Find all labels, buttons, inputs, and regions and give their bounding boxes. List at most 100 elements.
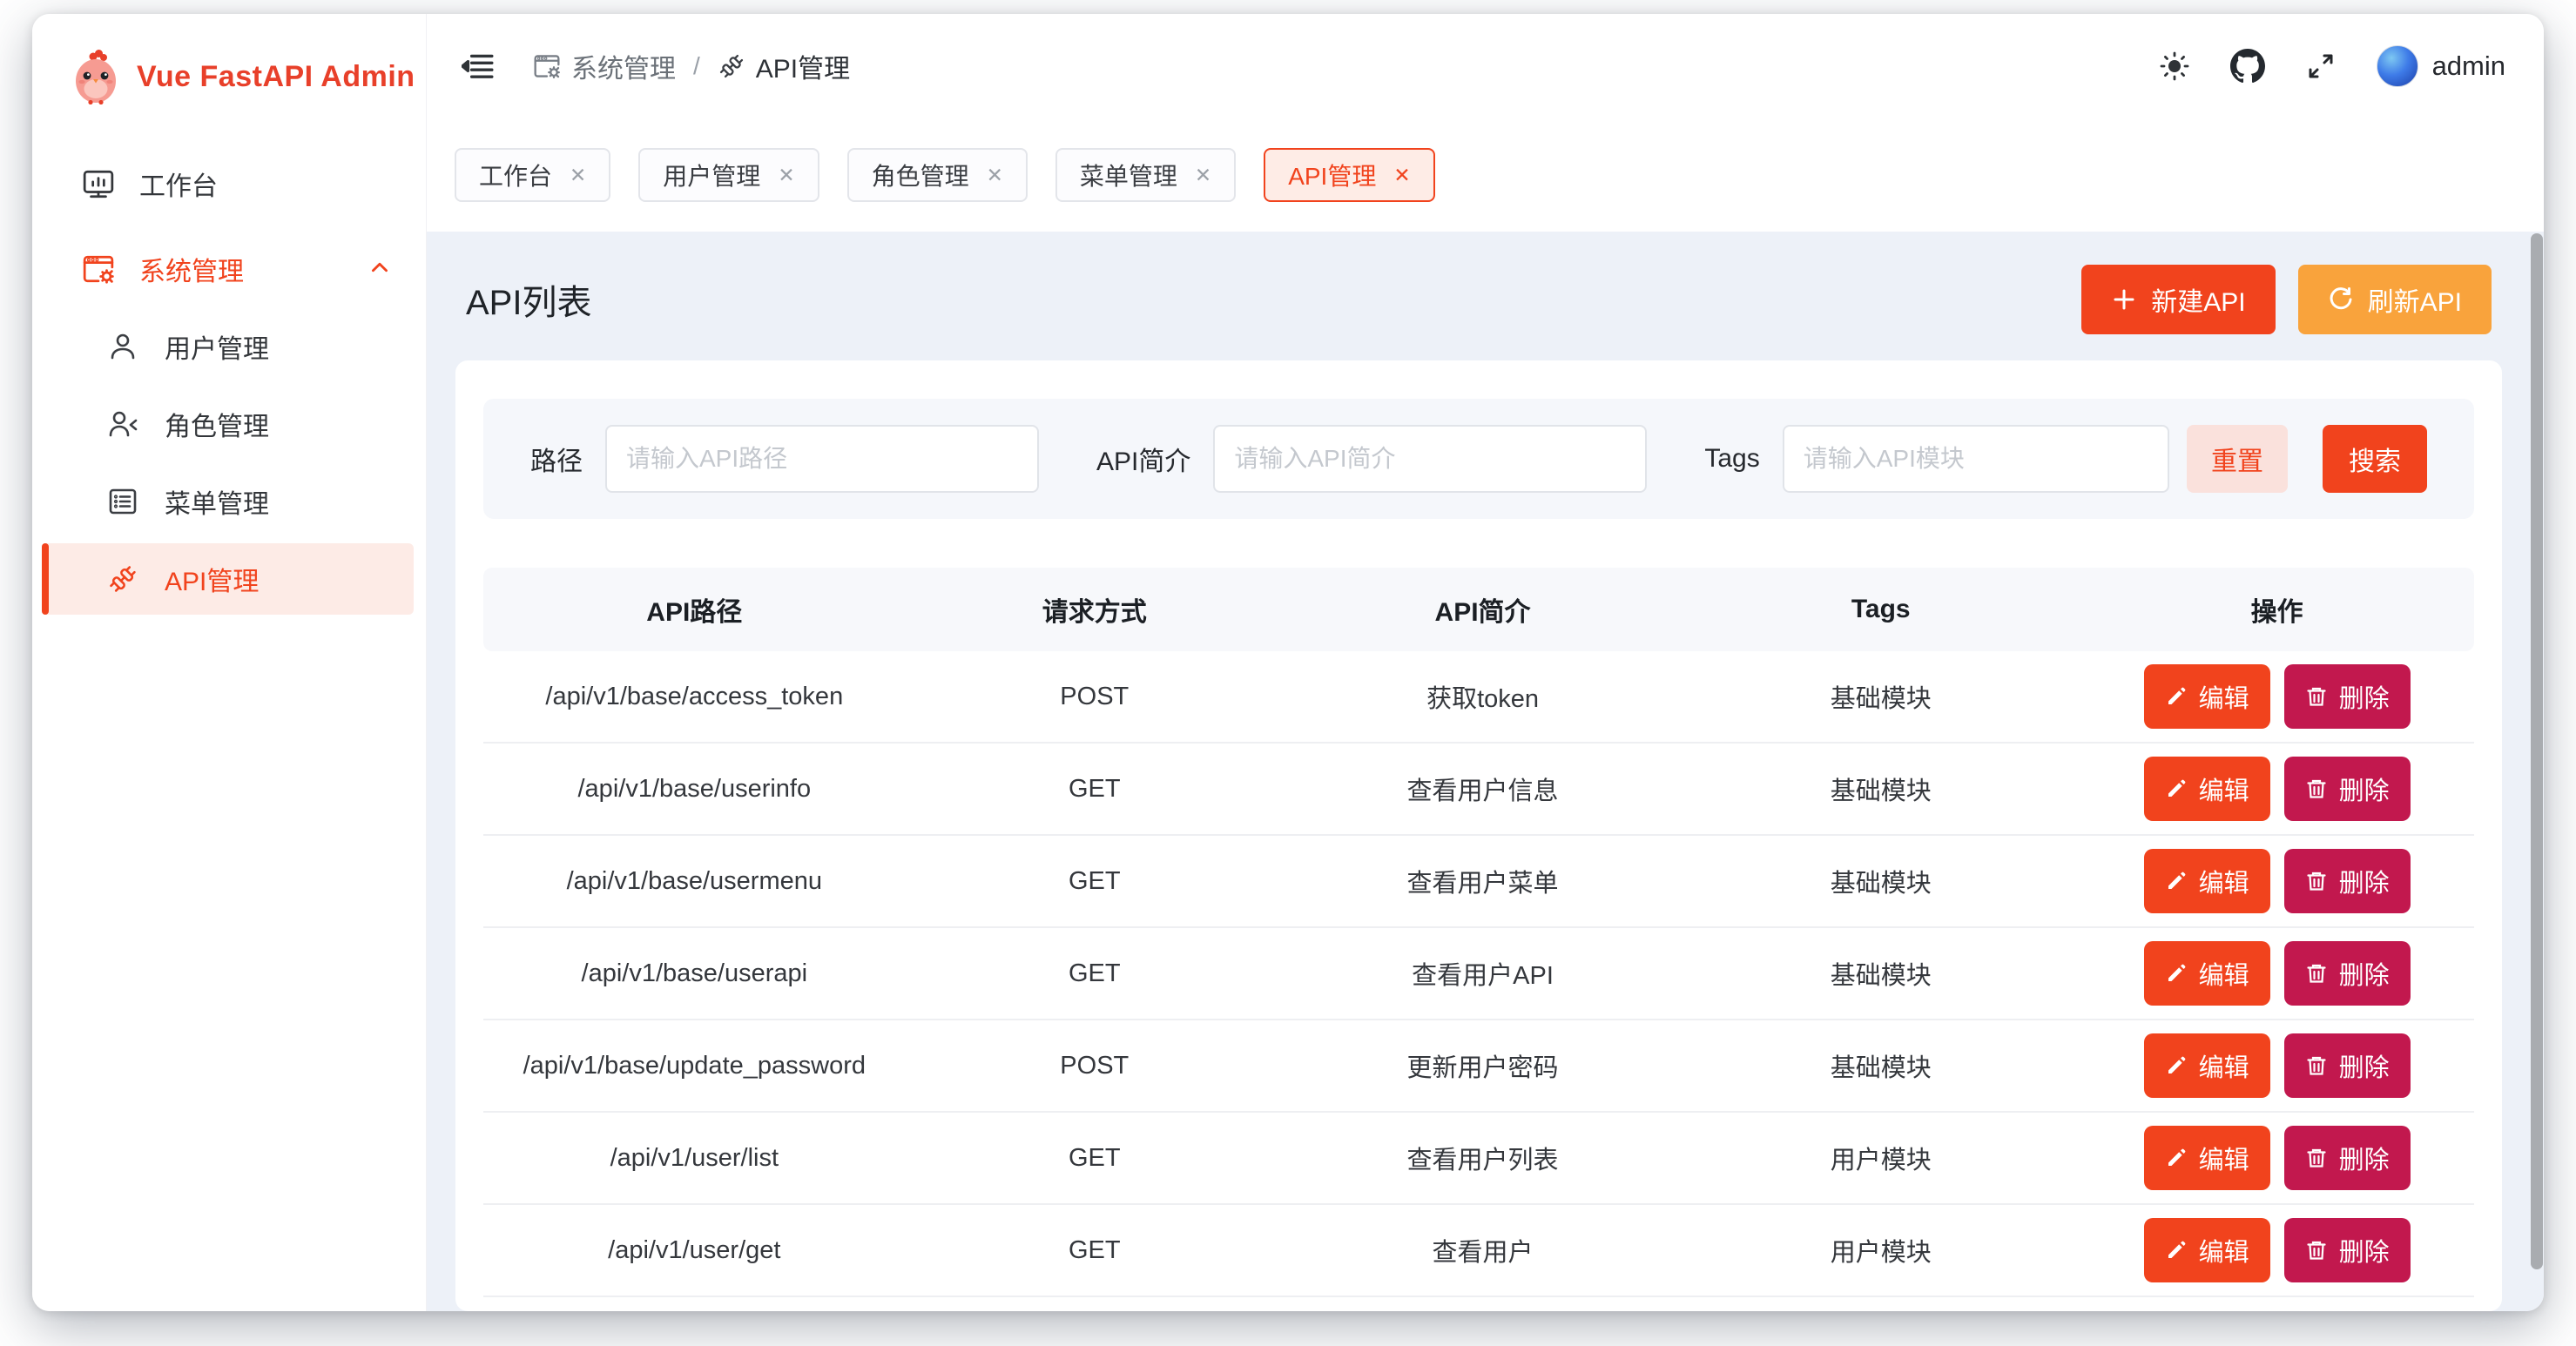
pencil-icon [2165,1239,2188,1262]
api-method: POST [906,683,1284,711]
new-api-button[interactable]: 新建API [2081,265,2275,334]
trash-icon [2305,777,2328,800]
breadcrumb-system[interactable]: 系统管理 [533,47,676,85]
table-row: /api/v1/base/access_token POST 获取token 基… [483,651,2474,744]
trash-icon [2305,1054,2328,1077]
system-window-gear-icon [533,52,561,80]
api-brief: 更新用户密码 [1284,1047,1682,1084]
reset-button[interactable]: 重置 [2187,425,2288,493]
vertical-scrollbar[interactable] [2531,233,2543,1269]
sidebar-item-label: 角色管理 [165,405,269,443]
table-row: /api/v1/user/list GET 查看用户列表 用户模块 编辑 删除 [483,1113,2474,1205]
tab-label: API管理 [1288,158,1376,192]
sidebar-menu: 工作台 系统管理 [32,148,426,615]
sidebar-item-apis[interactable]: API管理 [42,543,414,615]
close-icon[interactable]: ✕ [778,165,794,185]
delete-button[interactable]: 删除 [2284,1033,2411,1098]
trash-icon [2305,962,2328,985]
user-menu[interactable]: admin [2377,45,2505,87]
api-method: GET [906,775,1284,804]
refresh-api-button[interactable]: 刷新API [2298,265,2492,334]
tab-label: 角色管理 [872,158,969,192]
api-brief: 查看用户菜单 [1284,863,1682,899]
close-icon[interactable]: ✕ [987,165,1003,185]
table-row: /api/v1/base/userapi GET 查看用户API 基础模块 编辑… [483,928,2474,1020]
api-table: API路径 请求方式 API简介 Tags 操作 /api/v1/base/ac… [483,568,2474,1297]
tab-users[interactable]: 用户管理 ✕ [638,148,819,202]
table-row: /api/v1/base/userinfo GET 查看用户信息 基础模块 编辑… [483,744,2474,836]
pencil-icon [2165,1147,2188,1169]
col-header-brief: API简介 [1284,590,1682,629]
tab-workbench[interactable]: 工作台 ✕ [455,148,610,202]
delete-button[interactable]: 删除 [2284,664,2411,729]
sidebar-item-label: 工作台 [139,165,218,203]
refresh-icon [2328,286,2354,313]
pencil-icon [2165,685,2188,708]
brief-filter-label: API简介 [1096,440,1190,478]
fullscreen-icon[interactable] [2305,50,2337,82]
plus-icon [2111,286,2137,313]
app-window: Vue FastAPI Admin 工作台 [32,14,2544,1311]
tab-roles[interactable]: 角色管理 ✕ [847,148,1028,202]
topbar: 系统管理 / [427,14,2544,118]
content-card: 路径 API简介 Tags 重置 搜索 [455,360,2502,1311]
search-button[interactable]: 搜索 [2323,425,2427,493]
api-path: /api/v1/user/list [483,1144,906,1173]
path-filter-label: 路径 [530,440,583,478]
edit-button[interactable]: 编辑 [2144,941,2270,1006]
sidebar-item-roles[interactable]: 角色管理 [42,388,414,460]
tab-menus[interactable]: 菜单管理 ✕ [1055,148,1236,202]
close-icon[interactable]: ✕ [570,165,586,185]
tabbar: 工作台 ✕ 用户管理 ✕ 角色管理 ✕ 菜单管理 ✕ API管理 ✕ [427,118,2544,232]
edit-button[interactable]: 编辑 [2144,849,2270,913]
api-method: GET [906,1236,1284,1265]
api-brief: 查看用户 [1284,1232,1682,1269]
delete-button[interactable]: 删除 [2284,757,2411,821]
close-icon[interactable]: ✕ [1393,165,1410,185]
app-title: Vue FastAPI Admin [137,60,415,94]
edit-button[interactable]: 编辑 [2144,1126,2270,1190]
page-title: API列表 [466,274,591,325]
tags-filter-input[interactable] [1783,425,2169,493]
system-window-gear-icon [82,252,115,286]
chevron-up-icon[interactable] [365,252,398,286]
brief-filter-input[interactable] [1213,425,1647,493]
sidebar-collapse-icon[interactable] [462,50,495,83]
delete-button[interactable]: 删除 [2284,849,2411,913]
delete-button[interactable]: 删除 [2284,1126,2411,1190]
filter-bar: 路径 API简介 Tags 重置 搜索 [483,399,2474,519]
sidebar-item-label: 系统管理 [139,250,244,288]
sidebar-item-users[interactable]: 用户管理 [42,311,414,382]
api-tags: 基础模块 [1682,678,2080,715]
app-logo[interactable]: Vue FastAPI Admin [32,49,426,104]
delete-button[interactable]: 删除 [2284,941,2411,1006]
sidebar-item-menus[interactable]: 菜单管理 [42,466,414,537]
tags-filter-label: Tags [1704,444,1759,474]
api-method: GET [906,867,1284,896]
edit-button[interactable]: 编辑 [2144,757,2270,821]
api-path: /api/v1/base/usermenu [483,867,906,896]
breadcrumb-separator: / [693,52,700,80]
api-tags: 基础模块 [1682,863,2080,899]
path-filter-input[interactable] [605,425,1039,493]
col-header-path: API路径 [483,590,906,629]
breadcrumb-api[interactable]: API管理 [718,47,850,85]
close-icon[interactable]: ✕ [1195,165,1211,185]
table-row: /api/v1/user/get GET 查看用户 用户模块 编辑 删除 [483,1205,2474,1297]
chick-logo-icon [71,49,121,104]
sidebar-item-label: 菜单管理 [165,482,269,521]
tab-label: 工作台 [479,158,552,192]
api-path: /api/v1/base/access_token [483,683,906,711]
github-icon[interactable] [2230,49,2265,84]
tab-apis[interactable]: API管理 ✕ [1264,148,1434,202]
delete-button[interactable]: 删除 [2284,1218,2411,1282]
edit-button[interactable]: 编辑 [2144,1218,2270,1282]
col-header-tags: Tags [1682,595,2080,624]
edit-button[interactable]: 编辑 [2144,1033,2270,1098]
avatar [2377,45,2418,87]
edit-button[interactable]: 编辑 [2144,664,2270,729]
sidebar-item-workbench[interactable]: 工作台 [42,148,414,219]
theme-toggle-sun-icon[interactable] [2159,50,2190,82]
col-header-method: 请求方式 [906,590,1284,629]
sidebar-item-system[interactable]: 系统管理 [42,233,414,305]
